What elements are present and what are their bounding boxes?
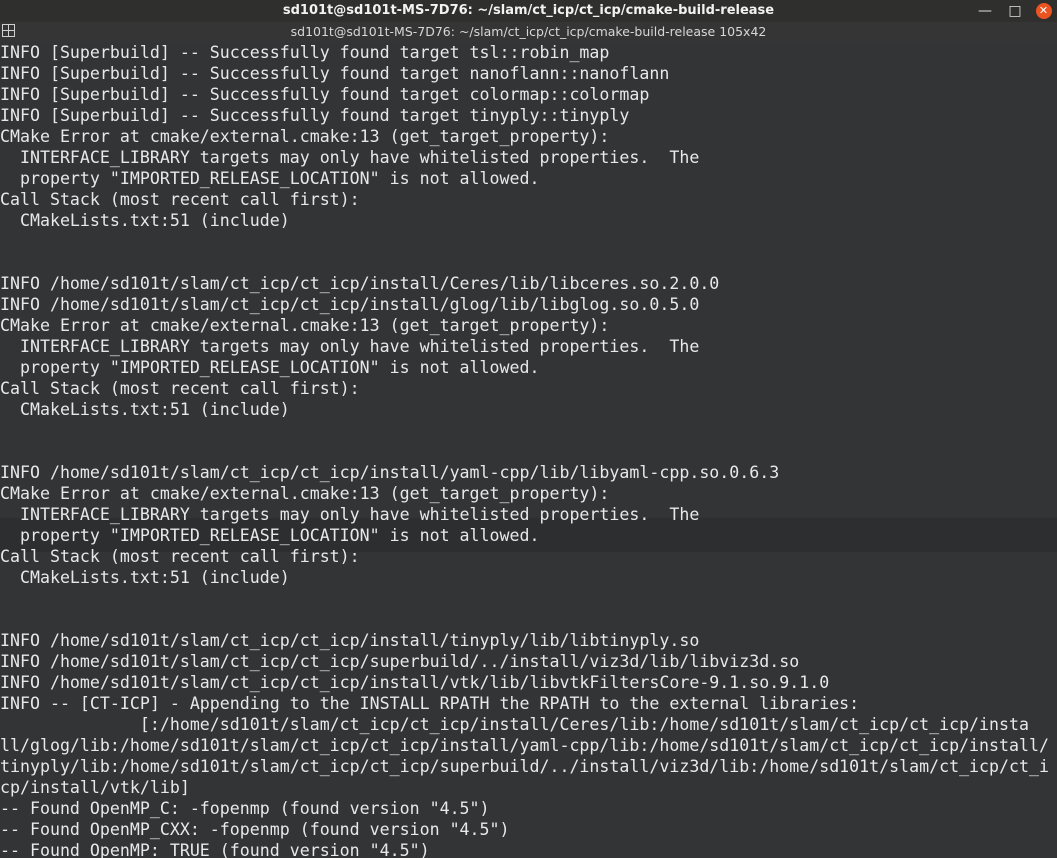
terminal-line: INFO /home/sd101t/slam/ct_icp/ct_icp/ins… <box>0 295 700 314</box>
terminal-line: INFO /home/sd101t/slam/ct_icp/ct_icp/ins… <box>0 631 700 650</box>
terminal-line: property "IMPORTED_RELEASE_LOCATION" is … <box>0 526 540 545</box>
minimize-button[interactable]: — <box>970 0 1000 22</box>
terminal-line: CMake Error at cmake/external.cmake:13 (… <box>0 316 610 335</box>
terminal-line: CMake Error at cmake/external.cmake:13 (… <box>0 484 610 503</box>
terminal-line: CMakeLists.txt:51 (include) <box>0 211 290 230</box>
window-titlebar[interactable]: sd101t@sd101t-MS-7D76: ~/slam/ct_icp/ct_… <box>0 0 1057 22</box>
maximize-icon: □ <box>1008 3 1022 19</box>
terminal-line: INFO [Superbuild] -- Successfully found … <box>0 85 650 104</box>
terminal-line: CMakeLists.txt:51 (include) <box>0 400 290 419</box>
terminal-line: INFO [Superbuild] -- Successfully found … <box>0 64 670 83</box>
terminal-line: INFO [Superbuild] -- Successfully found … <box>0 43 610 62</box>
terminal-output-area[interactable]: INFO [Superbuild] -- Successfully found … <box>0 42 1057 858</box>
terminal-line: INFO /home/sd101t/slam/ct_icp/ct_icp/ins… <box>0 463 780 482</box>
minimize-icon: — <box>978 3 992 19</box>
terminal-line: -- Found OpenMP_CXX: -fopenmp (found ver… <box>0 820 510 839</box>
terminal-line: [:/home/sd101t/slam/ct_icp/ct_icp/instal… <box>0 715 1029 734</box>
terminal-line: property "IMPORTED_RELEASE_LOCATION" is … <box>0 358 540 377</box>
maximize-button[interactable]: □ <box>1000 0 1030 22</box>
terminal-line: INFO /home/sd101t/slam/ct_icp/ct_icp/sup… <box>0 652 800 671</box>
terminal-lines: INFO [Superbuild] -- Successfully found … <box>0 42 1049 858</box>
close-icon: ✕ <box>1035 3 1052 19</box>
terminal-line: INFO [Superbuild] -- Successfully found … <box>0 106 630 125</box>
terminal-line: -- Found OpenMP_C: -fopenmp (found versi… <box>0 799 490 818</box>
terminal-line: tinyply/lib:/home/sd101t/slam/ct_icp/ct_… <box>0 757 1049 776</box>
terminal-line: INFO /home/sd101t/slam/ct_icp/ct_icp/ins… <box>0 673 830 692</box>
close-button[interactable]: ✕ <box>1030 0 1057 22</box>
terminal-line: INTERFACE_LIBRARY targets may only have … <box>0 148 700 167</box>
terminal-line: Call Stack (most recent call first): <box>0 547 360 566</box>
terminal-line: Call Stack (most recent call first): <box>0 379 360 398</box>
terminal-line: CMake Error at cmake/external.cmake:13 (… <box>0 127 610 146</box>
terminal-line: property "IMPORTED_RELEASE_LOCATION" is … <box>0 169 540 188</box>
terminal-line: Call Stack (most recent call first): <box>0 190 360 209</box>
window-title: sd101t@sd101t-MS-7D76: ~/slam/ct_icp/ct_… <box>282 3 775 18</box>
terminal-line: -- Found OpenMP: TRUE (found version "4.… <box>0 841 430 858</box>
terminal-line: CMakeLists.txt:51 (include) <box>0 568 290 587</box>
terminal-line: ll/glog/lib:/home/sd101t/slam/ct_icp/ct_… <box>0 736 1049 755</box>
terminal-line: INFO -- [CT-ICP] - Appending to the INST… <box>0 694 860 713</box>
terminal-line: INTERFACE_LIBRARY targets may only have … <box>0 337 700 356</box>
terminal-tab-title: sd101t@sd101t-MS-7D76: ~/slam/ct_icp/ct_… <box>290 24 767 39</box>
terminal-line: INTERFACE_LIBRARY targets may only have … <box>0 505 700 524</box>
terminal-line: cp/install/vtk/lib] <box>0 778 190 797</box>
terminal-tab-bar: sd101t@sd101t-MS-7D76: ~/slam/ct_icp/ct_… <box>0 22 1057 42</box>
terminal-line: INFO /home/sd101t/slam/ct_icp/ct_icp/ins… <box>0 274 720 293</box>
